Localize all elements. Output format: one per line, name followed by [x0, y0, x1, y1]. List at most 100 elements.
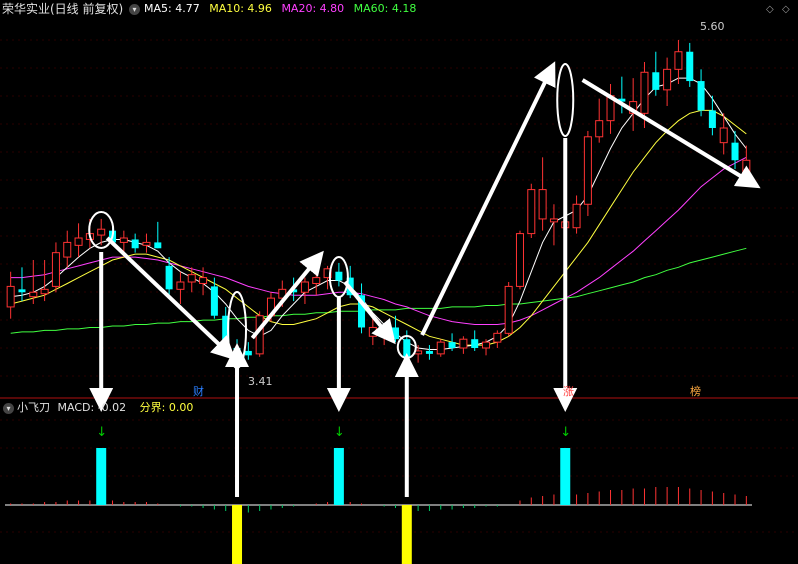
candle: [368, 318, 377, 346]
diamond-icon[interactable]: ◇: [766, 4, 774, 15]
bottom-signal-bar: [232, 505, 243, 564]
candle: [686, 42, 694, 87]
candle-body: [244, 350, 252, 356]
candle-body: [142, 241, 151, 246]
candle-body: [40, 288, 49, 295]
candle-body: [482, 341, 491, 349]
moving-average-lines: [10, 77, 747, 350]
candle: [459, 336, 468, 354]
candle-body: [515, 233, 524, 287]
candle: [606, 84, 615, 134]
candle: [504, 282, 513, 337]
candle-body: [697, 81, 705, 111]
candle: [471, 330, 479, 351]
candle-body: [187, 274, 196, 283]
candle: [572, 195, 581, 234]
candle-body: [538, 189, 547, 220]
down-arrow-icon: ↓: [560, 425, 571, 440]
candle: [595, 98, 604, 143]
ma5-line: [10, 77, 747, 350]
candle-body: [97, 228, 106, 236]
candle-body: [199, 277, 208, 284]
candle-body: [176, 281, 185, 290]
candle-body: [686, 51, 694, 82]
candle: [176, 271, 185, 304]
candle-body: [210, 286, 218, 316]
candle-body: [312, 277, 321, 284]
candle: [663, 57, 672, 106]
candle: [697, 69, 705, 117]
candle: [335, 262, 343, 287]
candle-body: [708, 110, 716, 128]
candle-body: [300, 281, 309, 293]
macd-label: MACD: -0.02: [57, 401, 127, 414]
down-trend-arrow: [105, 236, 236, 361]
candle-body: [391, 327, 399, 340]
diamond-outline-icon[interactable]: ◇: [782, 4, 790, 15]
candle-body: [504, 285, 513, 334]
candle-body: [572, 203, 581, 229]
sub-header: 小飞刀 MACD: -0.02 分界: 0.00: [17, 400, 199, 416]
high-price-label: 5.60: [700, 20, 725, 33]
candle-body: [731, 142, 739, 161]
peak-ellipse: [556, 63, 575, 137]
candle-body: [425, 350, 433, 354]
top-signal-bar: [96, 448, 107, 505]
candle: [515, 230, 524, 290]
candle-body: [6, 285, 15, 308]
indicator-name: 小飞刀: [17, 401, 50, 414]
candle: [74, 223, 83, 258]
signal-bars: ↓ ↓ ↓: [96, 425, 571, 564]
main-header: 荣华实业(日线 前复权): [2, 1, 129, 17]
ma-legend: MA5: 4.77 MA10: 4.96 MA20: 4.80 MA60: 4.…: [144, 1, 422, 17]
candle: [51, 242, 60, 293]
candle: [187, 267, 196, 293]
candle: [629, 78, 638, 131]
candle: [300, 277, 309, 304]
candle-body: [527, 189, 536, 235]
candle: [652, 51, 660, 96]
candle-body: [74, 237, 83, 246]
candle-body: [368, 326, 377, 337]
candle-body: [448, 342, 456, 348]
candle-body: [335, 271, 343, 281]
candle-body: [493, 332, 502, 343]
candle-body: [131, 239, 139, 249]
badge-cai: 财: [193, 384, 204, 398]
candle: [674, 40, 683, 84]
candle-body: [583, 136, 592, 205]
chevron-down-icon[interactable]: ▾: [129, 4, 140, 15]
candle-body: [471, 339, 479, 348]
boundary-label: 分界: 0.00: [139, 401, 194, 414]
candle: [63, 230, 72, 268]
candlestick-series: [6, 40, 751, 363]
candle: [40, 260, 49, 302]
stock-chart: ↓ ↓ ↓ 5.60 3.41 财 涨 榜: [0, 20, 798, 564]
candle: [210, 277, 218, 319]
candle-body: [233, 348, 241, 351]
candle-body: [18, 289, 26, 293]
candle-body: [63, 241, 72, 258]
candle: [583, 130, 592, 216]
candle: [549, 204, 558, 246]
ma10-line: [10, 109, 747, 346]
down-arrow-icon: ↓: [334, 425, 345, 440]
candle-body: [549, 218, 558, 223]
chart-grid: [0, 39, 798, 533]
ma60-label: MA60: 4.18: [353, 2, 417, 15]
chevron-down-icon[interactable]: ▾: [3, 403, 14, 414]
badge-bang: 榜: [690, 384, 701, 398]
candle-body: [436, 341, 445, 355]
candle-body: [663, 68, 672, 91]
candle: [493, 330, 502, 348]
low-price-label: 3.41: [248, 375, 273, 388]
candle-body: [459, 338, 468, 349]
stock-title: 荣华实业(日线 前复权): [2, 2, 124, 16]
candle: [618, 76, 626, 114]
candle-body: [51, 252, 60, 287]
down-trend-arrow: [343, 280, 396, 345]
candle: [165, 257, 173, 297]
candle-body: [119, 237, 128, 243]
candle: [425, 345, 433, 360]
candle: [154, 221, 162, 249]
